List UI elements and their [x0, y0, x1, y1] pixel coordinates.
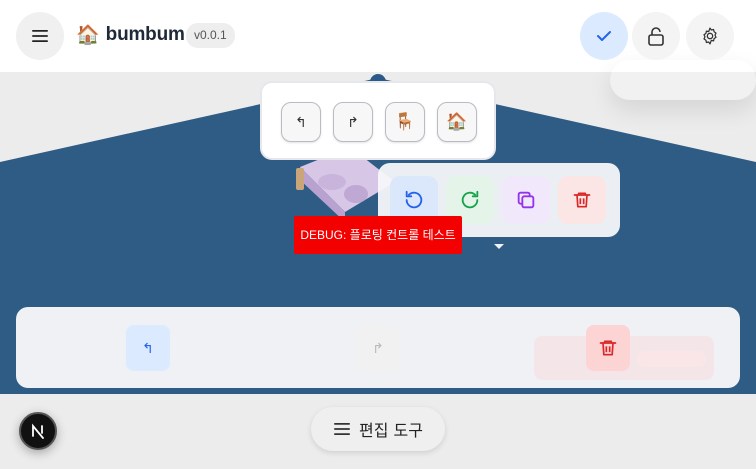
- edit-tools-label: 편집 도구: [359, 421, 423, 440]
- check-icon: [597, 31, 611, 41]
- next-logo-icon: [32, 423, 44, 439]
- rotate-left-icon: [405, 190, 423, 209]
- app-name: bumbum: [105, 24, 185, 45]
- version-badge: v0.0.1: [186, 23, 235, 48]
- brand: 🏠 bumbum: [76, 23, 185, 47]
- settings-button[interactable]: [686, 12, 734, 60]
- redo-button[interactable]: ↱: [356, 325, 400, 371]
- debug-label: DEBUG: 플로팅 컨트롤 테스트: [294, 216, 462, 254]
- bottom-toolbar: ↰ ↱: [16, 307, 740, 388]
- header-shadow: [610, 60, 756, 100]
- redo-icon: ↱: [372, 339, 384, 356]
- duplicate-button[interactable]: [502, 176, 550, 224]
- delete-button[interactable]: [558, 176, 606, 224]
- chair-tool[interactable]: 🪑: [385, 102, 425, 142]
- turn-right-icon: ↱: [347, 113, 359, 130]
- hamburger-icon: [32, 30, 48, 42]
- lock-button[interactable]: [632, 12, 680, 60]
- turn-left-tool[interactable]: ↰: [281, 102, 321, 142]
- undo-button[interactable]: ↰: [126, 325, 170, 371]
- bottom-delete-button[interactable]: [586, 325, 630, 371]
- turn-left-icon: ↰: [295, 113, 307, 130]
- nextjs-badge[interactable]: [19, 412, 57, 450]
- top-header: 🏠 bumbum v0.0.1: [0, 0, 756, 100]
- furniture-panel: ↰ ↱ 🪑 🏠: [260, 81, 496, 160]
- confirm-button[interactable]: [580, 12, 628, 60]
- gear-icon: [703, 27, 717, 45]
- house-tool[interactable]: 🏠: [437, 102, 477, 142]
- house-icon: 🏠: [446, 112, 468, 132]
- edit-tools-button[interactable]: 편집 도구: [311, 407, 445, 451]
- menu-button[interactable]: [16, 12, 64, 60]
- ghost-highlight-inner: [636, 351, 706, 367]
- rotate-right-icon: [461, 190, 479, 209]
- caret-down-icon: [494, 244, 504, 249]
- chair-icon: 🪑: [394, 112, 416, 132]
- hamburger-icon: [334, 423, 351, 435]
- logo-house-icon: 🏠: [76, 24, 100, 46]
- trash-icon: [599, 340, 617, 356]
- turn-right-tool[interactable]: ↱: [333, 102, 373, 142]
- undo-icon: ↰: [142, 339, 154, 356]
- unlock-icon: [648, 27, 664, 46]
- trash-icon: [573, 192, 591, 208]
- duplicate-icon: [517, 191, 535, 209]
